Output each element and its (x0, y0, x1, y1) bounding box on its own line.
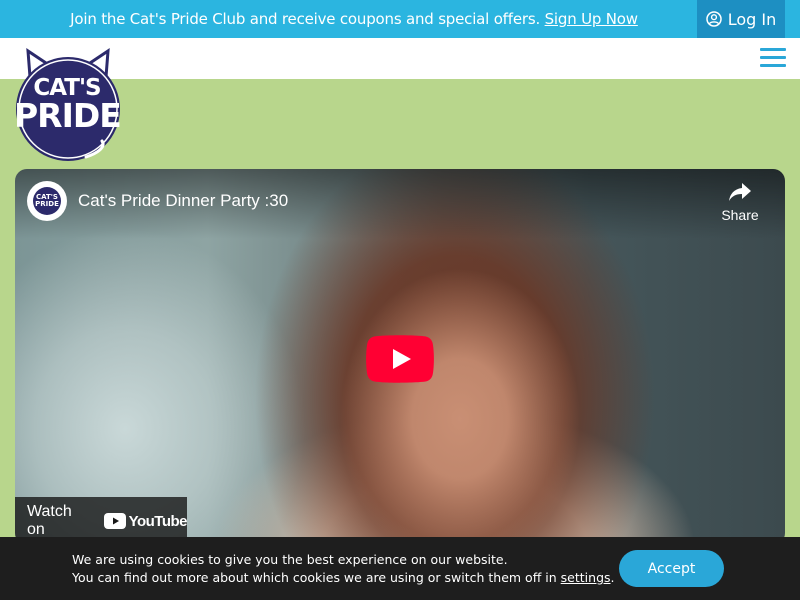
cookie-settings-link[interactable]: settings (561, 570, 611, 585)
share-label: Share (721, 207, 759, 223)
accept-cookies-button[interactable]: Accept (619, 550, 724, 587)
hamburger-menu-icon[interactable] (760, 47, 786, 69)
channel-avatar[interactable]: CAT'S PRIDE (27, 181, 67, 221)
sign-up-link[interactable]: Sign Up Now (545, 10, 638, 28)
logo-text-bottom: PRIDE (14, 96, 122, 135)
cookie-message: We are using cookies to give you the bes… (72, 551, 615, 587)
cookie-line-1: We are using cookies to give you the bes… (72, 552, 508, 567)
video-player[interactable]: CAT'S PRIDE Cat's Pride Dinner Party :30… (15, 169, 785, 545)
cookie-consent-bar: We are using cookies to give you the bes… (0, 537, 800, 600)
share-button[interactable]: Share (715, 181, 765, 231)
share-icon (715, 181, 765, 203)
cats-pride-logo[interactable]: CAT'S PRIDE (14, 47, 122, 162)
youtube-mini-icon (103, 513, 126, 529)
login-button[interactable]: Log In (697, 0, 785, 38)
youtube-label: YouTube (128, 512, 188, 530)
promo-bar: Join the Cat's Pride Club and receive co… (0, 0, 800, 38)
promo-text: Join the Cat's Pride Club and receive co… (70, 10, 541, 28)
video-title[interactable]: Cat's Pride Dinner Party :30 (78, 191, 288, 211)
login-label: Log In (727, 9, 777, 29)
youtube-logo: YouTube (103, 512, 188, 530)
promo-message: Join the Cat's Pride Club and receive co… (0, 0, 708, 38)
user-circle-icon (705, 11, 722, 27)
cookie-line-2-text: You can find out more about which cookie… (72, 570, 557, 585)
cookie-line-2: You can find out more about which cookie… (72, 569, 615, 587)
cookie-line-2-end: . (610, 570, 615, 585)
watch-on-label: Watch on (27, 503, 72, 538)
channel-avatar-logo: CAT'S PRIDE (33, 187, 61, 215)
youtube-play-icon[interactable] (366, 335, 434, 383)
